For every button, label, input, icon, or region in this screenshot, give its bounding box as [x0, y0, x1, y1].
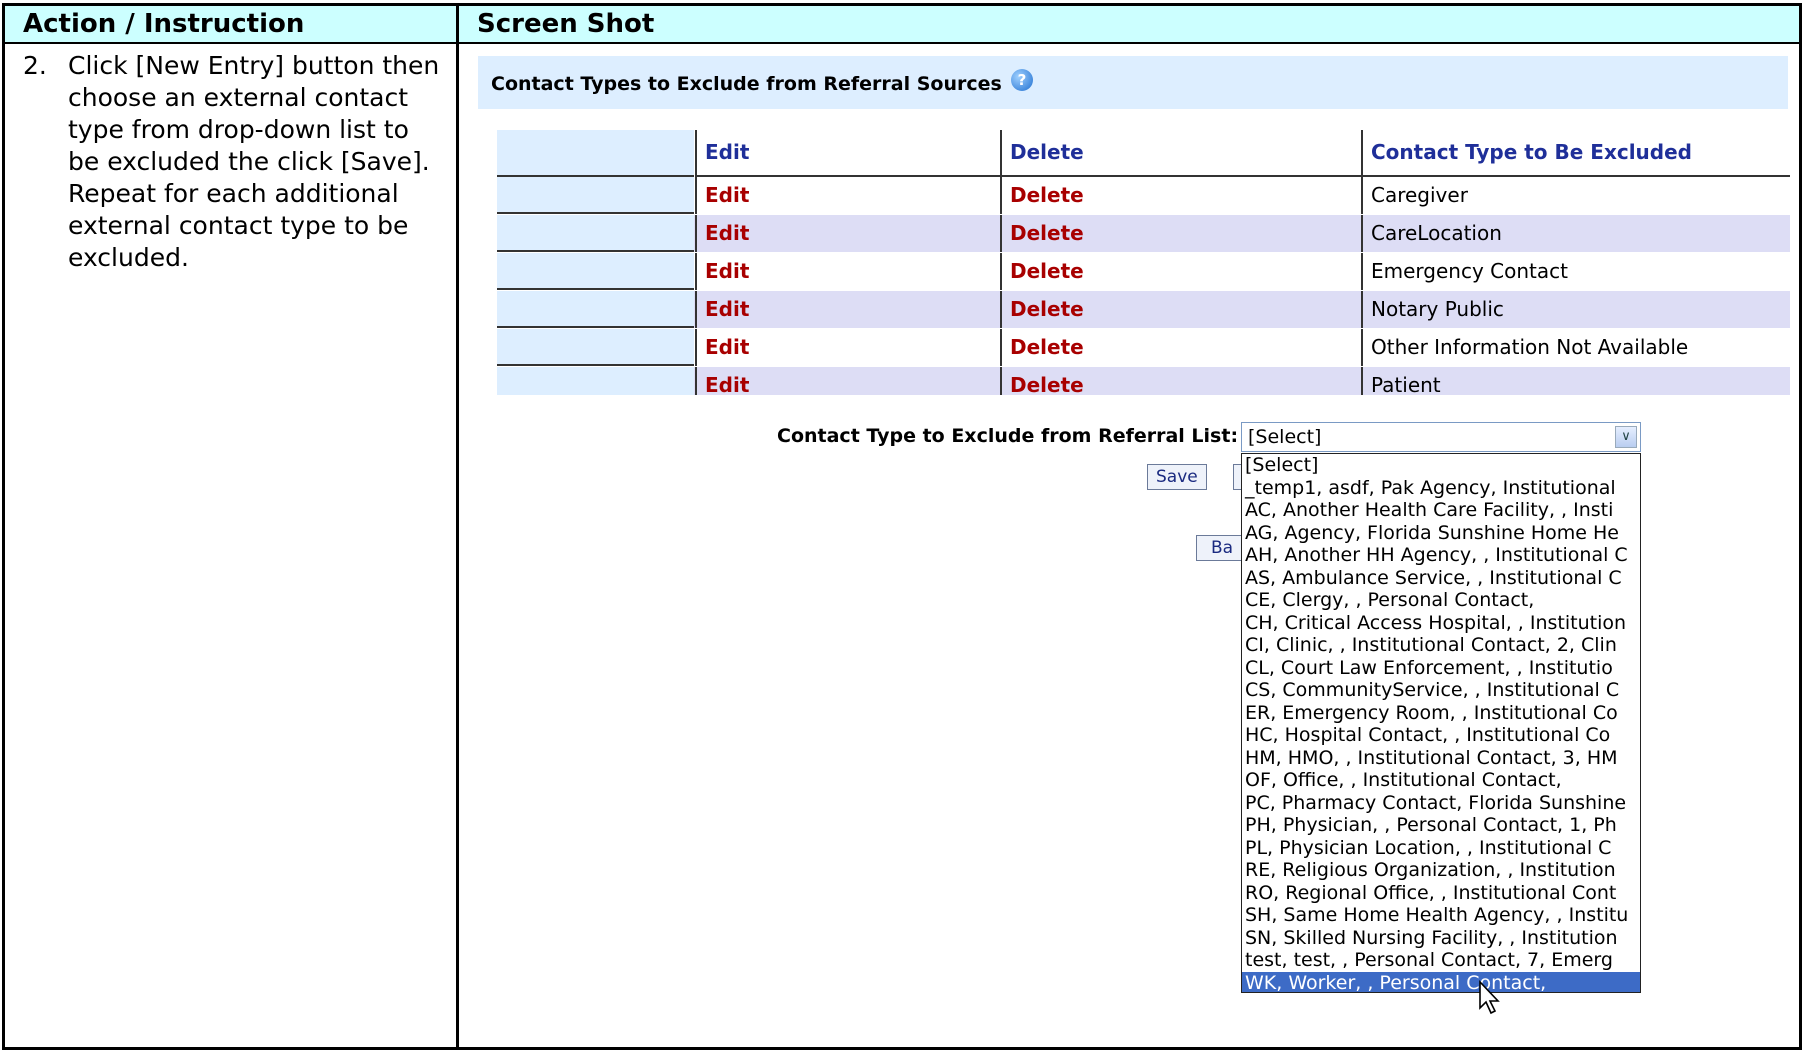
help-icon[interactable]: ? [1011, 69, 1033, 91]
contact-type-cell: Other Information Not Available [1361, 329, 1790, 366]
dropdown-option[interactable]: PC, Pharmacy Contact, Florida Sunshine [1242, 792, 1640, 815]
row-spacer [497, 177, 694, 214]
header-action: Action / Instruction [23, 9, 305, 39]
contact-type-cell: Notary Public [1361, 291, 1790, 328]
table-row: Edit Delete Patient [497, 367, 1790, 395]
dropdown-option[interactable]: AH, Another HH Agency, , Institutional C [1242, 544, 1640, 567]
dropdown-option[interactable]: ER, Emergency Room, , Institutional Co [1242, 702, 1640, 725]
table-row: Edit Delete Caregiver [497, 177, 1790, 214]
col-edit-header: Edit [695, 130, 1000, 177]
back-button[interactable]: Ba [1196, 535, 1246, 561]
dropdown-option[interactable]: CL, Court Law Enforcement, , Institutio [1242, 657, 1640, 680]
delete-link[interactable]: Delete [1000, 329, 1361, 366]
dropdown-option[interactable]: AS, Ambulance Service, , Institutional C [1242, 567, 1640, 590]
edit-link[interactable]: Edit [695, 253, 1000, 290]
dropdown-option[interactable]: RE, Religious Organization, , Institutio… [1242, 859, 1640, 882]
dropdown-option[interactable]: AG, Agency, Florida Sunshine Home He [1242, 522, 1640, 545]
dropdown-option[interactable]: CS, CommunityService, , Institutional C [1242, 679, 1640, 702]
table-row: Edit Delete Notary Public [497, 291, 1790, 328]
dropdown-option[interactable]: CE, Clergy, , Personal Contact, [1242, 589, 1640, 612]
dropdown-option[interactable]: _temp1, asdf, Pak Agency, Institutional [1242, 477, 1640, 500]
table-header-row: Edit Delete Contact Type to Be Excluded [497, 130, 1790, 177]
contact-type-cell: Caregiver [1361, 177, 1790, 214]
dropdown-option[interactable]: PL, Physician Location, , Institutional … [1242, 837, 1640, 860]
header-screenshot: Screen Shot [477, 9, 655, 39]
contact-type-select[interactable]: [Select] ∨ [1241, 422, 1641, 452]
edit-link[interactable]: Edit [695, 215, 1000, 252]
row-spacer [497, 329, 694, 366]
edit-link[interactable]: Edit [695, 367, 1000, 395]
edit-link[interactable]: Edit [695, 291, 1000, 328]
row-spacer [497, 130, 694, 177]
dropdown-option[interactable]: SH, Same Home Health Agency, , Institu [1242, 904, 1640, 927]
select-value: [Select] [1248, 426, 1322, 448]
chevron-down-icon[interactable]: ∨ [1615, 426, 1637, 448]
exclude-contact-type-label: Contact Type to Exclude from Referral Li… [777, 425, 1239, 447]
dropdown-option[interactable]: AC, Another Health Care Facility, , Inst… [1242, 499, 1640, 522]
edit-link[interactable]: Edit [695, 329, 1000, 366]
col-delete-header: Delete [1000, 130, 1361, 177]
delete-link[interactable]: Delete [1000, 291, 1361, 328]
contact-type-dropdown-list[interactable]: [Select] _temp1, asdf, Pak Agency, Instit… [1241, 453, 1641, 993]
dropdown-option[interactable]: RO, Regional Office, , Institutional Con… [1242, 882, 1640, 905]
row-spacer [497, 215, 694, 252]
panel-title: Contact Types to Exclude from Referral S… [491, 73, 1002, 95]
dropdown-option[interactable]: HM, HMO, , Institutional Contact, 3, HM [1242, 747, 1640, 770]
mouse-pointer-icon [1479, 980, 1500, 1015]
delete-link[interactable]: Delete [1000, 253, 1361, 290]
header-row: Action / Instruction Screen Shot [5, 6, 1799, 44]
column-divider [456, 6, 459, 1047]
dropdown-option[interactable]: CH, Critical Access Hospital, , Institut… [1242, 612, 1640, 635]
row-spacer [497, 253, 694, 290]
row-spacer [497, 291, 694, 328]
instruction-cell: 2. Click [New Entry] button then choose … [23, 50, 448, 274]
dropdown-option[interactable]: CI, Clinic, , Institutional Contact, 2, … [1242, 634, 1640, 657]
contact-type-cell: Patient [1361, 367, 1790, 395]
table-row: Edit Delete Other Information Not Availa… [497, 329, 1790, 366]
table-row: Edit Delete CareLocation [497, 215, 1790, 252]
delete-link[interactable]: Delete [1000, 215, 1361, 252]
col-contact-type-header: Contact Type to Be Excluded [1361, 130, 1790, 177]
delete-link[interactable]: Delete [1000, 177, 1361, 214]
dropdown-option[interactable]: test, test, , Personal Contact, 7, Emerg [1242, 949, 1640, 972]
table-row: Edit Delete Emergency Contact [497, 253, 1790, 290]
dropdown-option[interactable]: HC, Hospital Contact, , Institutional Co [1242, 724, 1640, 747]
save-button[interactable]: Save [1147, 464, 1207, 490]
instruction-text: Click [New Entry] button then choose an … [68, 51, 440, 272]
delete-link[interactable]: Delete [1000, 367, 1361, 395]
contact-type-cell: CareLocation [1361, 215, 1790, 252]
edit-link[interactable]: Edit [695, 177, 1000, 214]
row-spacer [497, 367, 694, 395]
dropdown-option[interactable]: WK, Worker, , Personal Contact, [1242, 971, 1640, 992]
dropdown-option[interactable]: OF, Office, , Institutional Contact, [1242, 769, 1640, 792]
dropdown-option[interactable]: [Select] [1242, 454, 1640, 477]
contact-type-cell: Emergency Contact [1361, 253, 1790, 290]
step-number: 2. [23, 51, 47, 80]
dropdown-option[interactable]: SN, Skilled Nursing Facility, , Institut… [1242, 927, 1640, 950]
panel-title-bar: Contact Types to Exclude from Referral S… [478, 56, 1788, 109]
dropdown-option[interactable]: PH, Physician, , Personal Contact, 1, Ph [1242, 814, 1640, 837]
